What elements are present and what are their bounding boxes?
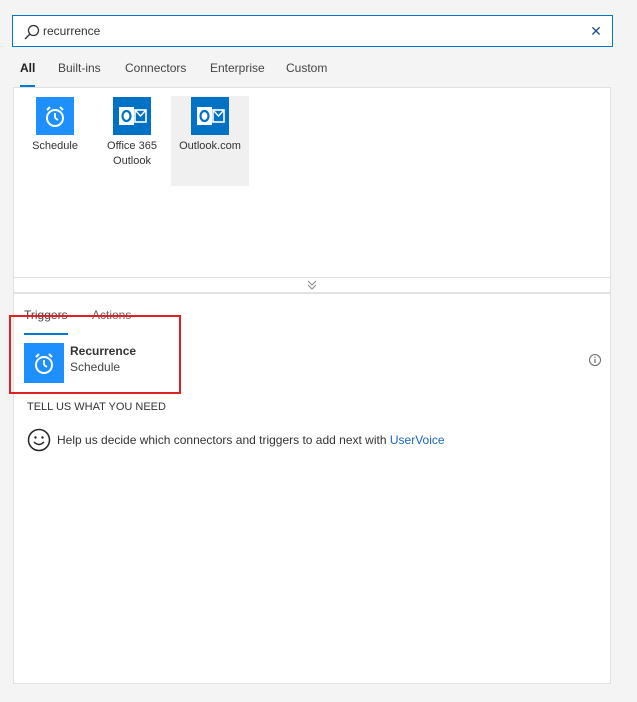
search-input[interactable] [43,21,583,41]
connector-schedule[interactable]: Schedule [16,96,94,186]
tab-enterprise[interactable]: Enterprise [210,59,265,87]
connector-picker: ✕ All Built-ins Connectors Enterprise Cu… [0,0,637,702]
alarm-clock-icon [36,97,74,135]
highlight-annotation [9,315,181,394]
feedback-text: Help us decide which connectors and trig… [57,433,445,447]
close-icon[interactable]: ✕ [588,22,604,40]
connector-office-365-outlook[interactable]: Office 365 Outlook [93,96,171,186]
connector-label: Schedule [32,140,78,152]
connector-list: Schedule Office 365 Outlook Outlook.com [13,87,611,278]
tab-built-ins[interactable]: Built-ins [58,59,101,87]
feedback-row: Help us decide which connectors and trig… [26,427,586,453]
category-tabs: All Built-ins Connectors Enterprise Cust… [12,59,613,87]
info-icon[interactable] [588,353,602,367]
connector-label: Office 365 Outlook [107,140,157,167]
feedback-message: Help us decide which connectors and trig… [57,433,390,447]
tab-connectors[interactable]: Connectors [125,59,186,87]
connector-outlook-com[interactable]: Outlook.com [171,96,249,186]
tab-all[interactable]: All [20,59,36,87]
feedback-heading: TELL US WHAT YOU NEED [27,401,166,413]
smiley-icon [27,428,51,452]
connector-label: Outlook.com [179,140,241,152]
collapse-toggle[interactable] [13,278,611,293]
outlook-icon [191,97,229,135]
search-icon [24,24,40,40]
tab-custom[interactable]: Custom [286,59,327,87]
outlook-icon [113,97,151,135]
chevron-double-down-icon [307,280,317,290]
search-box[interactable]: ✕ [12,15,613,47]
uservoice-link[interactable]: UserVoice [390,433,445,447]
